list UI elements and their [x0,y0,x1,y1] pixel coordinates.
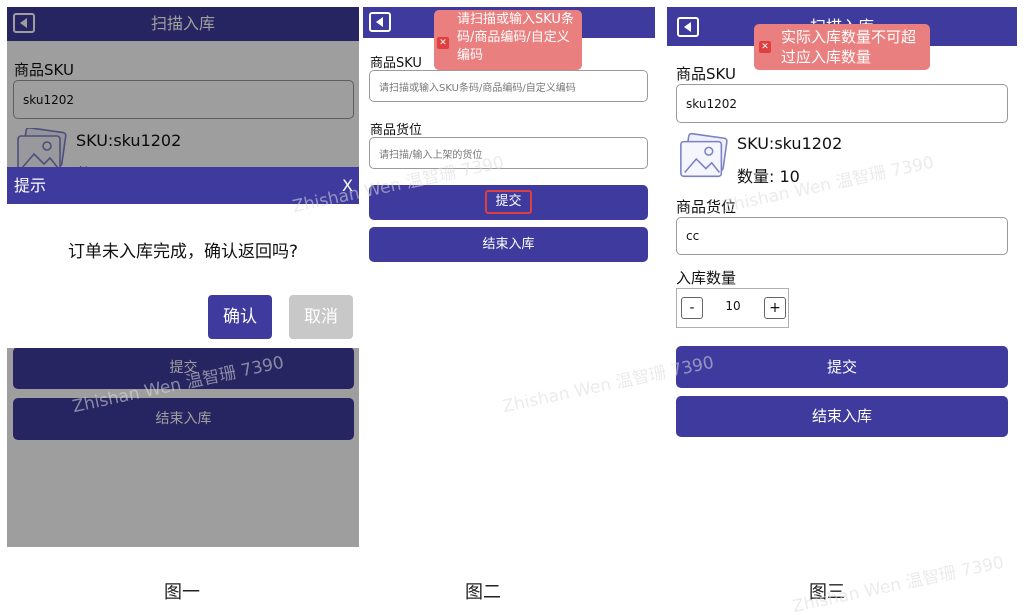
submit-label: 提交 [485,190,532,214]
toast-message: 请扫描或输入SKU条码/商品编码/自定义编码 [457,12,574,63]
error-icon: ✕ [437,37,449,49]
location-input[interactable]: cc [676,217,1008,255]
back-icon[interactable] [369,12,391,32]
location-label: 商品货位 [676,198,737,216]
screen-1: 扫描入库 商品SKU sku1202 SKU:sku1202 数量: 10 提交… [7,7,359,547]
sku-input[interactable]: 请扫描或输入SKU条码/商品编码/自定义编码 [369,70,648,102]
image-placeholder-icon [680,132,728,178]
sku-info: SKU:sku1202 [737,134,843,153]
sku-label: 商品SKU [676,65,736,83]
qty-info: 数量: 10 [737,167,800,186]
confirm-button[interactable]: 确认 [208,295,272,339]
dialog-header: 提示 X [7,167,359,204]
end-inbound-button[interactable]: 结束入库 [369,227,648,262]
quantity-stepper: - 10 + [676,288,789,328]
location-input[interactable]: 请扫描/输入上架的货位 [369,137,648,169]
submit-button[interactable]: 提交 [369,185,648,220]
dialog-title: 提示 [14,176,47,195]
caption-3: 图三 [809,582,845,603]
submit-button[interactable]: 提交 [676,346,1008,388]
error-icon: ✕ [759,41,771,53]
inbound-qty-label: 入库数量 [676,269,737,287]
caption-1: 图一 [164,582,200,603]
decrement-button[interactable]: - [681,297,703,319]
sku-label: 商品SKU [370,56,422,71]
end-inbound-button[interactable]: 结束入库 [676,396,1008,437]
increment-button[interactable]: + [764,297,786,319]
error-toast: ✕ 请扫描或输入SKU条码/商品编码/自定义编码 [434,10,582,70]
caption-2: 图二 [465,582,501,603]
location-label: 商品货位 [370,123,423,138]
toast-message: 实际入库数量不可超过应入库数量 [781,28,917,66]
quantity-input[interactable]: 10 [707,299,759,313]
screen-2: ✕ 请扫描或输入SKU条码/商品编码/自定义编码 商品SKU 请扫描或输入SKU… [363,7,655,547]
error-toast: ✕ 实际入库数量不可超过应入库数量 [754,24,930,70]
cancel-button[interactable]: 取消 [289,295,353,339]
confirm-dialog: 提示 X 订单未入库完成，确认返回吗? 确认 取消 [7,167,359,348]
screen-3: 扫描入库 ✕ 实际入库数量不可超过应入库数量 商品SKU sku1202 SKU… [667,7,1017,547]
close-icon[interactable]: X [342,167,353,204]
dialog-message: 订单未入库完成，确认返回吗? [67,242,299,262]
sku-input[interactable]: sku1202 [676,84,1008,123]
